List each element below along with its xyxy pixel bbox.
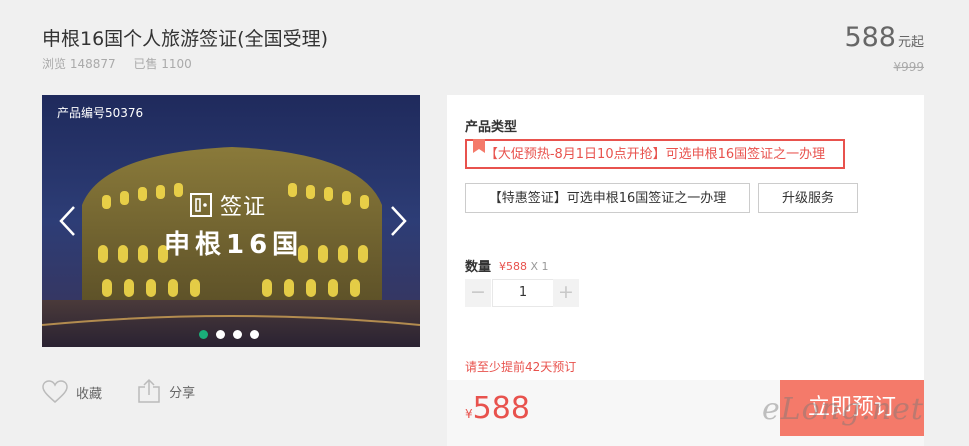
quantity-input[interactable]: 1 (492, 279, 554, 307)
prev-slide-button[interactable] (52, 203, 82, 239)
view-count: 浏览 148877 (42, 57, 116, 71)
currency-symbol: ¥ (465, 407, 473, 421)
unit-price: ¥588 X 1 (499, 260, 549, 273)
product-type-label: 产品类型 (465, 120, 518, 135)
unit-price-value: ¥588 (499, 260, 527, 273)
favorite-label: 收藏 (76, 386, 103, 402)
quantity-label: 数量 (465, 260, 492, 275)
visa-title: 申根16国 (164, 230, 304, 260)
booking-notice: 请至少提前42天预订 (465, 360, 577, 374)
share-button[interactable]: 分享 (137, 378, 195, 404)
starting-price: 588 元起 (844, 22, 924, 53)
option-promo-label: 【大促预热-8月1日10点开抢】可选申根16国签证之一办理 (484, 147, 826, 162)
image-carousel[interactable]: 产品编号50376 签证 申根16国 (42, 95, 420, 347)
visa-banner: 签证 (190, 189, 266, 223)
next-slide-button[interactable] (384, 203, 414, 239)
sold-count: 已售 1100 (133, 57, 192, 71)
passport-icon (190, 193, 212, 223)
promo-tag-icon (473, 139, 485, 153)
chevron-left-icon (59, 206, 75, 236)
unit-multiplier: X 1 (530, 260, 549, 273)
carousel-dot[interactable] (233, 330, 242, 339)
decrement-button[interactable]: − (465, 279, 491, 307)
carousel-dot[interactable] (250, 330, 259, 339)
option-promo[interactable]: 【大促预热-8月1日10点开抢】可选申根16国签证之一办理 (465, 139, 845, 169)
total-value: 588 (472, 391, 530, 426)
product-stats: 浏览 148877 已售 1100 (42, 55, 206, 72)
product-title: 申根16国个人旅游签证(全国受理) (42, 28, 329, 50)
price-value: 588 (844, 22, 896, 53)
option-special-label: 【特惠签证】可选申根16国签证之一办理 (488, 191, 727, 206)
carousel-dots (199, 324, 267, 343)
option-special[interactable]: 【特惠签证】可选申根16国签证之一办理 (465, 183, 750, 213)
carousel-dot[interactable] (216, 330, 225, 339)
option-upgrade[interactable]: 升级服务 (758, 183, 858, 213)
total-price: ¥588 (465, 391, 530, 426)
action-bar: 收藏 分享 (42, 378, 225, 408)
share-icon (138, 378, 160, 403)
original-price: ¥999 (893, 60, 924, 74)
product-code: 产品编号50376 (57, 106, 144, 120)
option-upgrade-label: 升级服务 (781, 191, 834, 206)
increment-button[interactable]: + (553, 279, 579, 307)
chevron-right-icon (391, 206, 407, 236)
visa-text: 签证 (220, 195, 267, 220)
share-label: 分享 (169, 385, 196, 401)
carousel-dot[interactable] (199, 330, 208, 339)
heart-icon (42, 380, 68, 403)
watermark: eLong.net (762, 392, 924, 427)
price-unit: 元起 (897, 35, 924, 50)
favorite-button[interactable]: 收藏 (42, 380, 102, 404)
